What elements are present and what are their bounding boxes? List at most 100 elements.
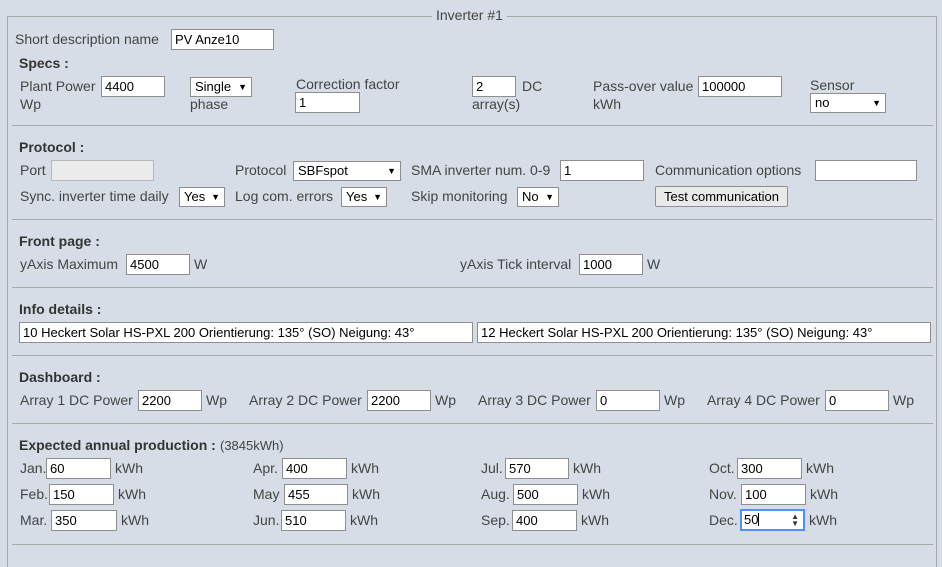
dc-arrays-label: DC [522, 78, 543, 94]
month-input-jun[interactable]: 510 [281, 510, 346, 531]
phase-select[interactable]: Single ▼ [190, 77, 252, 97]
array-3-power-unit: Wp [664, 392, 685, 408]
sensor-select[interactable]: no ▼ [810, 93, 886, 113]
month-input-feb[interactable]: 150 [49, 484, 114, 505]
sensor-select-value: no [815, 95, 830, 110]
month-input-jan[interactable]: 60 [46, 458, 111, 479]
yaxis-max-input[interactable]: 4500 [126, 254, 190, 275]
phase-suffix: phase [190, 96, 229, 112]
month-input-jul[interactable]: 570 [505, 458, 569, 479]
protocol-select[interactable]: SBFspot ▼ [293, 161, 401, 181]
tick-interval-label: yAxis Tick interval [460, 256, 572, 272]
month-unit-aug: kWh [582, 486, 610, 502]
array-4-power-input[interactable]: 0 [825, 390, 889, 411]
pass-over-unit: kWh [593, 96, 621, 112]
month-label-jun: Jun. [253, 512, 280, 528]
chevron-down-icon: ▼ [872, 98, 881, 108]
month-unit-apr: kWh [351, 460, 379, 476]
plant-power-input[interactable]: 4400 [101, 76, 165, 97]
skip-monitoring-label: Skip monitoring [411, 188, 508, 204]
test-communication-button[interactable]: Test communication [655, 186, 788, 207]
dc-arrays-input[interactable]: 2 [472, 76, 516, 97]
fieldset-legend: Inverter #1 [432, 7, 507, 24]
sync-time-select[interactable]: Yes ▼ [179, 187, 225, 207]
protocol-select-value: SBFspot [298, 163, 348, 178]
tick-interval-unit: W [647, 256, 661, 272]
spinner-icon[interactable]: ▲ ▼ [791, 513, 799, 528]
month-label-apr: Apr. [253, 460, 278, 476]
month-unit-may: kWh [352, 486, 380, 502]
pass-over-input[interactable]: 100000 [698, 76, 782, 97]
protocol-label: Protocol [235, 162, 287, 178]
comm-options-input[interactable] [815, 160, 917, 181]
divider [12, 544, 933, 545]
chevron-down-icon: ▼ [238, 82, 247, 92]
comm-options-label: Communication options [655, 162, 802, 178]
chevron-down-icon: ▼ [373, 192, 382, 202]
expected-production-heading: Expected annual production : [19, 437, 216, 453]
array-1-power-label: Array 1 DC Power [20, 392, 133, 408]
month-input-dec-value: 50 [744, 512, 759, 527]
month-input-aug[interactable]: 500 [513, 484, 578, 505]
month-input-sep[interactable]: 400 [512, 510, 577, 531]
correction-factor-label: Correction factor [296, 76, 400, 92]
info-details-heading: Info details : [19, 301, 102, 317]
dashboard-heading: Dashboard : [19, 369, 101, 385]
tick-interval-input[interactable]: 1000 [579, 254, 643, 275]
divider [12, 219, 933, 220]
divider [12, 423, 933, 424]
port-label: Port [20, 162, 46, 178]
month-label-nov: Nov. [709, 486, 737, 502]
short-description-input[interactable]: PV Anze10 [171, 29, 274, 50]
array-4-power-unit: Wp [893, 392, 914, 408]
month-input-mar[interactable]: 350 [51, 510, 117, 531]
correction-factor-input[interactable]: 1 [295, 92, 360, 113]
info-array-1-input[interactable]: 10 Heckert Solar HS-PXL 200 Orientierung… [19, 322, 473, 343]
chevron-down-icon: ▼ [545, 192, 554, 202]
month-label-sep: Sep. [481, 512, 510, 528]
plant-power-unit: Wp [20, 96, 41, 112]
sync-time-select-value: Yes [184, 189, 206, 204]
log-errors-select-value: Yes [346, 189, 368, 204]
month-label-jul: Jul. [481, 460, 503, 476]
month-input-dec[interactable]: 50 ▲ ▼ [740, 509, 805, 531]
chevron-down-icon: ▼ [387, 166, 396, 176]
month-input-nov[interactable]: 100 [741, 484, 806, 505]
yaxis-max-label: yAxis Maximum [20, 256, 119, 272]
array-3-power-input[interactable]: 0 [596, 390, 660, 411]
array-2-power-unit: Wp [435, 392, 456, 408]
divider [12, 287, 933, 288]
port-input[interactable] [51, 160, 154, 181]
month-input-may[interactable]: 455 [284, 484, 348, 505]
month-unit-jun: kWh [350, 512, 378, 528]
yaxis-max-unit: W [194, 256, 208, 272]
month-input-apr[interactable]: 400 [282, 458, 347, 479]
month-label-aug: Aug. [481, 486, 510, 502]
month-unit-jul: kWh [573, 460, 601, 476]
phase-select-value: Single [195, 79, 232, 94]
array-1-power-input[interactable]: 2200 [138, 390, 202, 411]
array-3-power-label: Array 3 DC Power [478, 392, 591, 408]
short-description-label: Short description name [15, 31, 159, 47]
month-unit-jan: kWh [115, 460, 143, 476]
month-unit-feb: kWh [118, 486, 146, 502]
divider [12, 125, 933, 126]
log-errors-select[interactable]: Yes ▼ [341, 187, 387, 207]
chevron-down-icon: ▼ [211, 192, 220, 202]
month-unit-mar: kWh [121, 512, 149, 528]
array-2-power-input[interactable]: 2200 [367, 390, 431, 411]
month-label-jan: Jan. [20, 460, 47, 476]
month-label-may: May [253, 486, 280, 502]
sync-time-label: Sync. inverter time daily [20, 188, 169, 204]
expected-production-total: (3845kWh) [220, 438, 284, 453]
month-unit-dec: kWh [809, 512, 837, 528]
month-unit-sep: kWh [581, 512, 609, 528]
sma-inverter-input[interactable]: 1 [560, 160, 644, 181]
info-array-2-input[interactable]: 12 Heckert Solar HS-PXL 200 Orientierung… [477, 322, 931, 343]
dc-arrays-label-2: array(s) [472, 96, 521, 112]
front-page-heading: Front page : [19, 233, 100, 249]
month-unit-oct: kWh [806, 460, 834, 476]
skip-monitoring-select-value: No [522, 189, 539, 204]
skip-monitoring-select[interactable]: No ▼ [517, 187, 559, 207]
month-input-oct[interactable]: 300 [737, 458, 802, 479]
